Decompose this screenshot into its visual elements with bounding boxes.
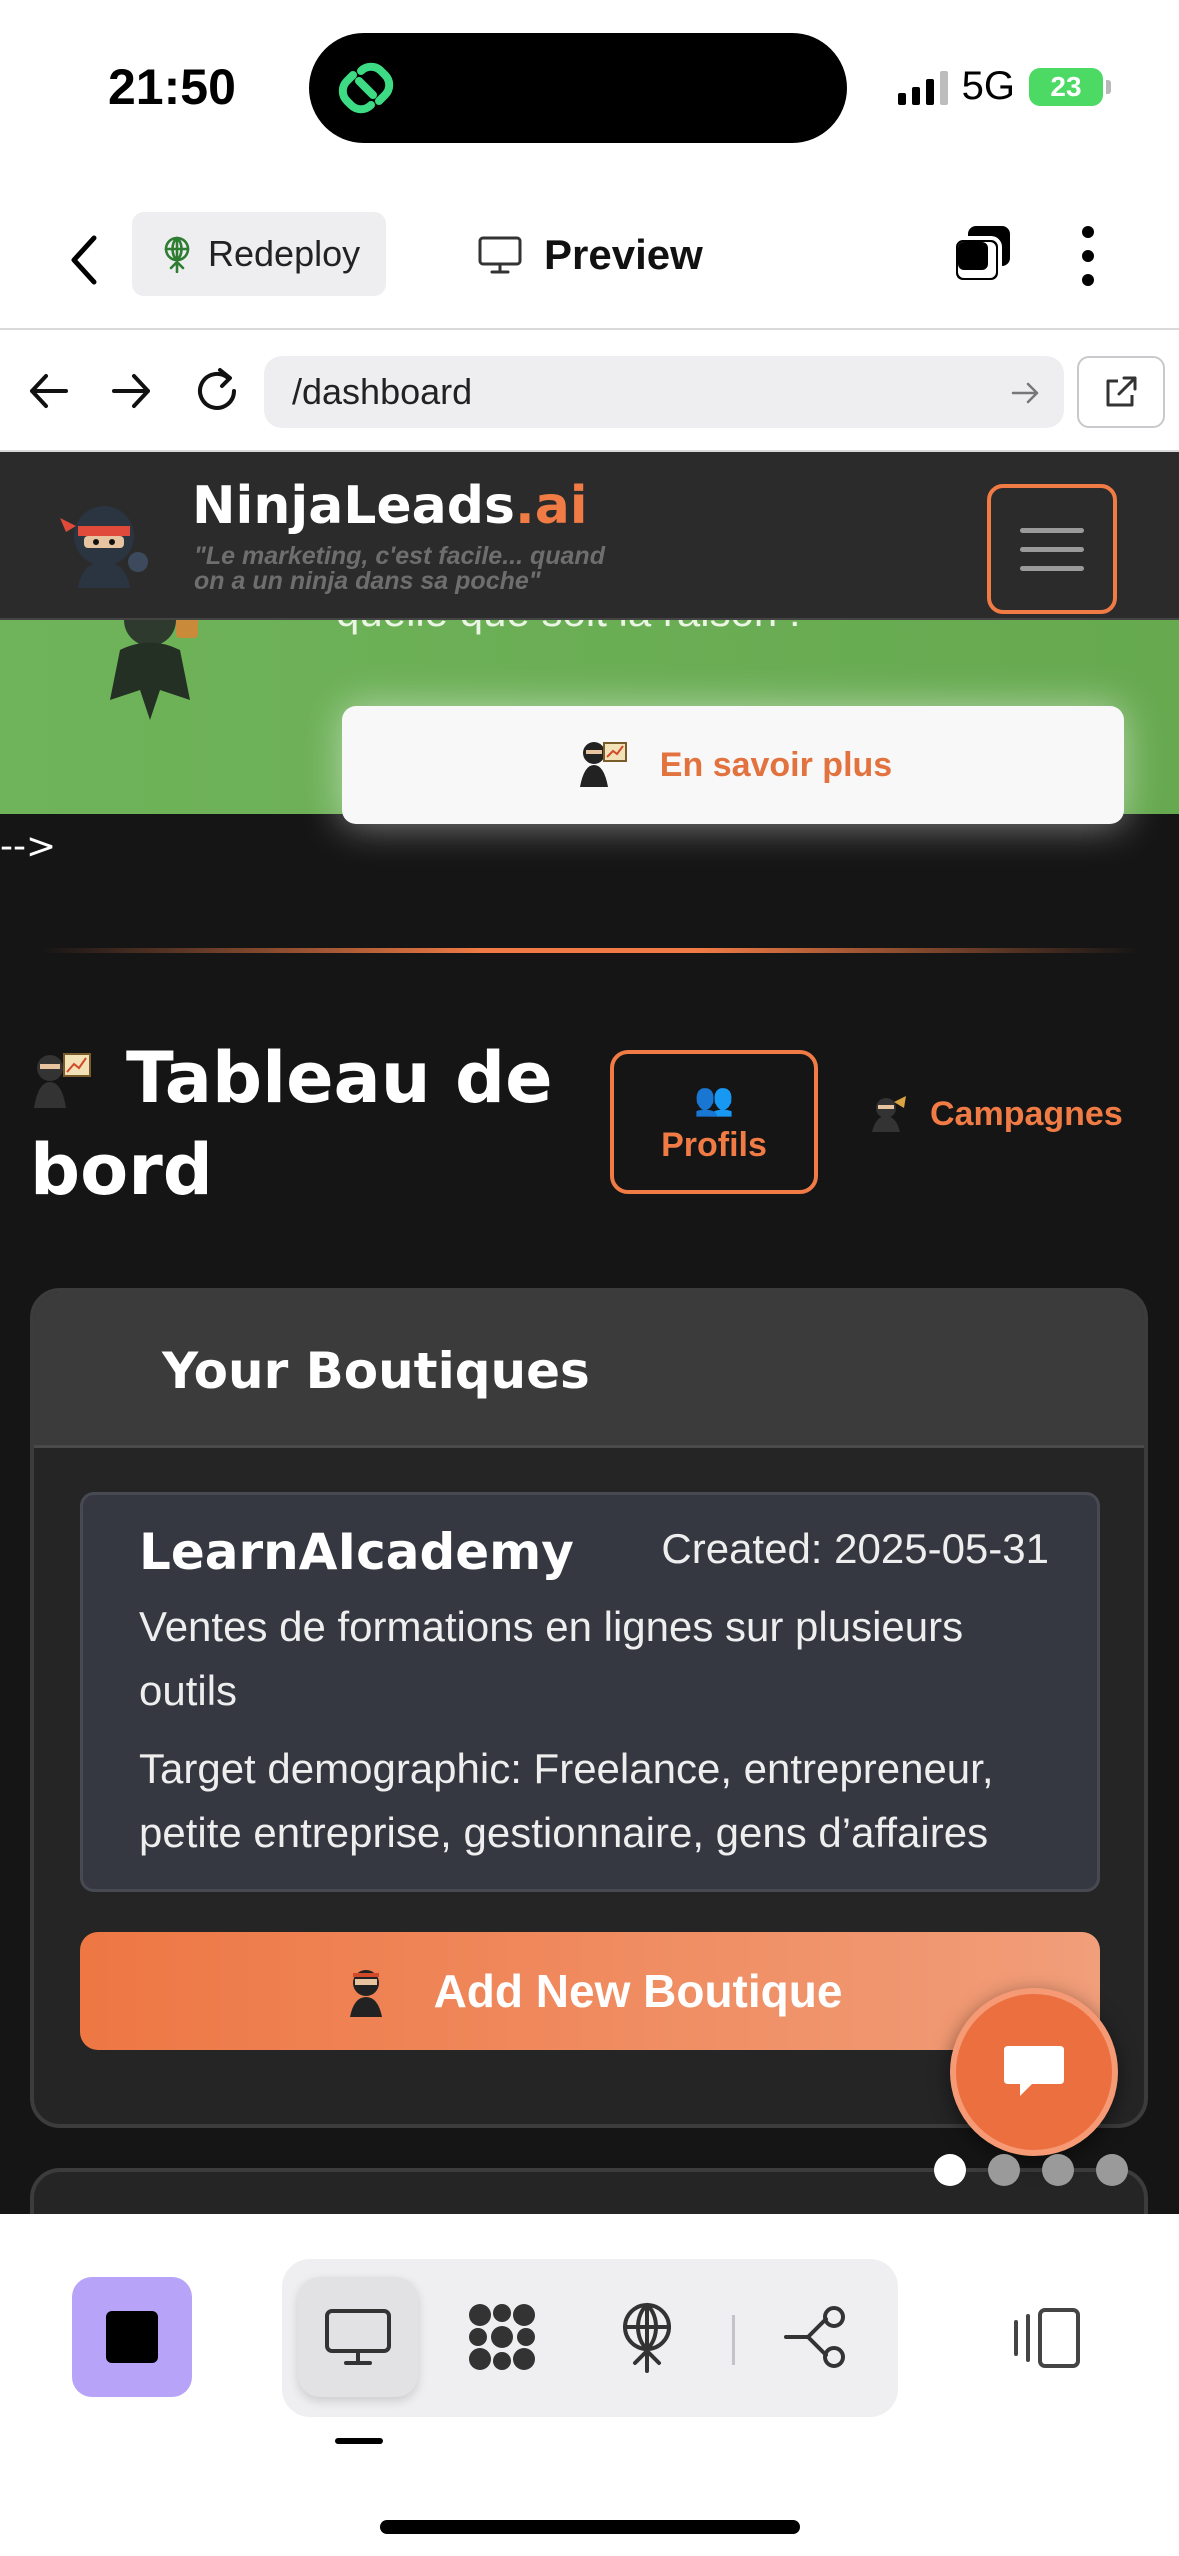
brand-main: NinjaLeads: [192, 476, 515, 536]
bottom-dock: [0, 2214, 1179, 2556]
carousel-dot[interactable]: [934, 2154, 966, 2186]
modules-icon: [469, 2304, 535, 2370]
open-external-button[interactable]: [1077, 356, 1165, 428]
boutique-created-date: Created: 2025-05-31: [661, 1525, 1049, 1572]
more-vertical-icon[interactable]: [1068, 224, 1108, 288]
chevron-left-icon[interactable]: [60, 230, 110, 290]
redeploy-label: Redeploy: [208, 233, 361, 274]
section-divider: [40, 948, 1140, 953]
promo-banner: quelle que soit la raison ! En savoir pl…: [0, 588, 1179, 824]
external-link-icon: [1106, 376, 1137, 407]
brand-tagline: "Le marketing, c'est facile... quand on …: [194, 542, 605, 595]
modules-view-tab[interactable]: [442, 2277, 562, 2397]
ninja-logo-icon[interactable]: [56, 496, 156, 592]
dynamic-island: [309, 33, 847, 143]
learn-more-button[interactable]: En savoir plus: [342, 706, 1124, 824]
app-toolbar: Redeploy Preview: [0, 190, 1179, 330]
brand-logo-text[interactable]: NinjaLeads.ai: [192, 476, 588, 536]
stop-icon: [106, 2311, 158, 2363]
deploy-icon: [164, 236, 190, 273]
stray-comment-text: -->: [0, 826, 57, 867]
boutiques-card: Your Boutiques LearnAIcademy Created: 20…: [30, 1288, 1148, 2128]
add-boutique-button[interactable]: Add New Boutique: [80, 1932, 1100, 2050]
arrow-left-icon[interactable]: [22, 364, 76, 418]
boutique-name: LearnAIcademy: [139, 1523, 574, 1581]
signal-icon: [897, 69, 948, 105]
battery-icon: 23: [1029, 67, 1111, 106]
chat-button[interactable]: [950, 1988, 1118, 2156]
workflow-view-tab[interactable]: [757, 2277, 877, 2397]
url-text: /dashboard: [292, 371, 473, 412]
menu-bar-icon: [1020, 527, 1084, 533]
monitor-view-tab[interactable]: [298, 2277, 418, 2397]
chat-icon: [1004, 2046, 1064, 2096]
status-indicators: 5G 23: [897, 64, 1111, 109]
brand-suffix: .ai: [514, 476, 588, 536]
add-boutique-label: Add New Boutique: [433, 1965, 843, 2017]
home-indicator: [380, 2520, 800, 2534]
active-tab-indicator: [335, 2438, 383, 2444]
go-arrow-icon[interactable]: [1008, 376, 1042, 410]
carousel-dot[interactable]: [1042, 2154, 1074, 2186]
battery-level: 23: [1050, 70, 1082, 102]
status-time: 21:50: [108, 59, 236, 115]
panel-toggle-icon[interactable]: [1010, 2300, 1086, 2376]
hamburger-menu-button[interactable]: [987, 484, 1117, 614]
browser-bar: /dashboard: [0, 332, 1179, 452]
users-icon: 👥: [694, 1080, 734, 1117]
menu-bar-icon: [1020, 546, 1084, 552]
card-title: Your Boutiques: [162, 1342, 590, 1400]
arrow-right-icon[interactable]: [104, 364, 158, 418]
segment-separator: [732, 2315, 735, 2365]
boutique-item[interactable]: LearnAIcademy Created: 2025-05-31 Ventes…: [80, 1492, 1100, 1892]
tabs-icon[interactable]: [950, 224, 1014, 286]
profils-nav-button[interactable]: 👥 Profils: [610, 1050, 818, 1194]
ninja-campaign-icon: [872, 1096, 906, 1132]
carousel-dots: [934, 2154, 1128, 2186]
stop-button[interactable]: [72, 2277, 192, 2397]
carousel-dot[interactable]: [988, 2154, 1020, 2186]
monitor-icon: [478, 236, 522, 274]
menu-bar-icon: [1020, 565, 1084, 571]
carousel-dot[interactable]: [1096, 2154, 1128, 2186]
preview-label: Preview: [544, 231, 703, 278]
profils-label: Profils: [661, 1125, 767, 1164]
reload-icon[interactable]: [190, 364, 244, 418]
boutique-description: Ventes de formations en lignes sur plusi…: [139, 1603, 964, 1714]
preview-button[interactable]: Preview: [478, 220, 703, 290]
network-type: 5G: [961, 64, 1015, 108]
url-input[interactable]: /dashboard: [264, 356, 1064, 428]
link-app-icon: [338, 62, 394, 114]
web-viewport: quelle que soit la raison ! En savoir pl…: [0, 452, 1179, 2214]
monitor-icon: [325, 2309, 391, 2365]
learn-more-label: En savoir plus: [659, 745, 893, 784]
status-bar: 21:50 5G 23: [0, 0, 1179, 170]
workflow-icon: [784, 2306, 845, 2368]
deploy-view-tab[interactable]: [587, 2277, 707, 2397]
deploy-icon: [623, 2303, 671, 2373]
view-switcher: [282, 2259, 898, 2417]
card-header: Your Boutiques: [34, 1292, 1144, 1448]
campagnes-label: Campagnes: [930, 1094, 1123, 1133]
ninja-presenter-icon: [579, 742, 627, 787]
redeploy-button[interactable]: Redeploy: [132, 212, 386, 296]
ninja-icon: [349, 1970, 382, 2017]
site-header: NinjaLeads.ai "Le marketing, c'est facil…: [0, 452, 1179, 620]
boutique-target: Target demographic: Freelance, entrepren…: [139, 1745, 994, 1856]
page-title: Tableau de bord: [30, 1037, 553, 1211]
campagnes-nav-link[interactable]: Campagnes: [866, 1092, 1123, 1136]
